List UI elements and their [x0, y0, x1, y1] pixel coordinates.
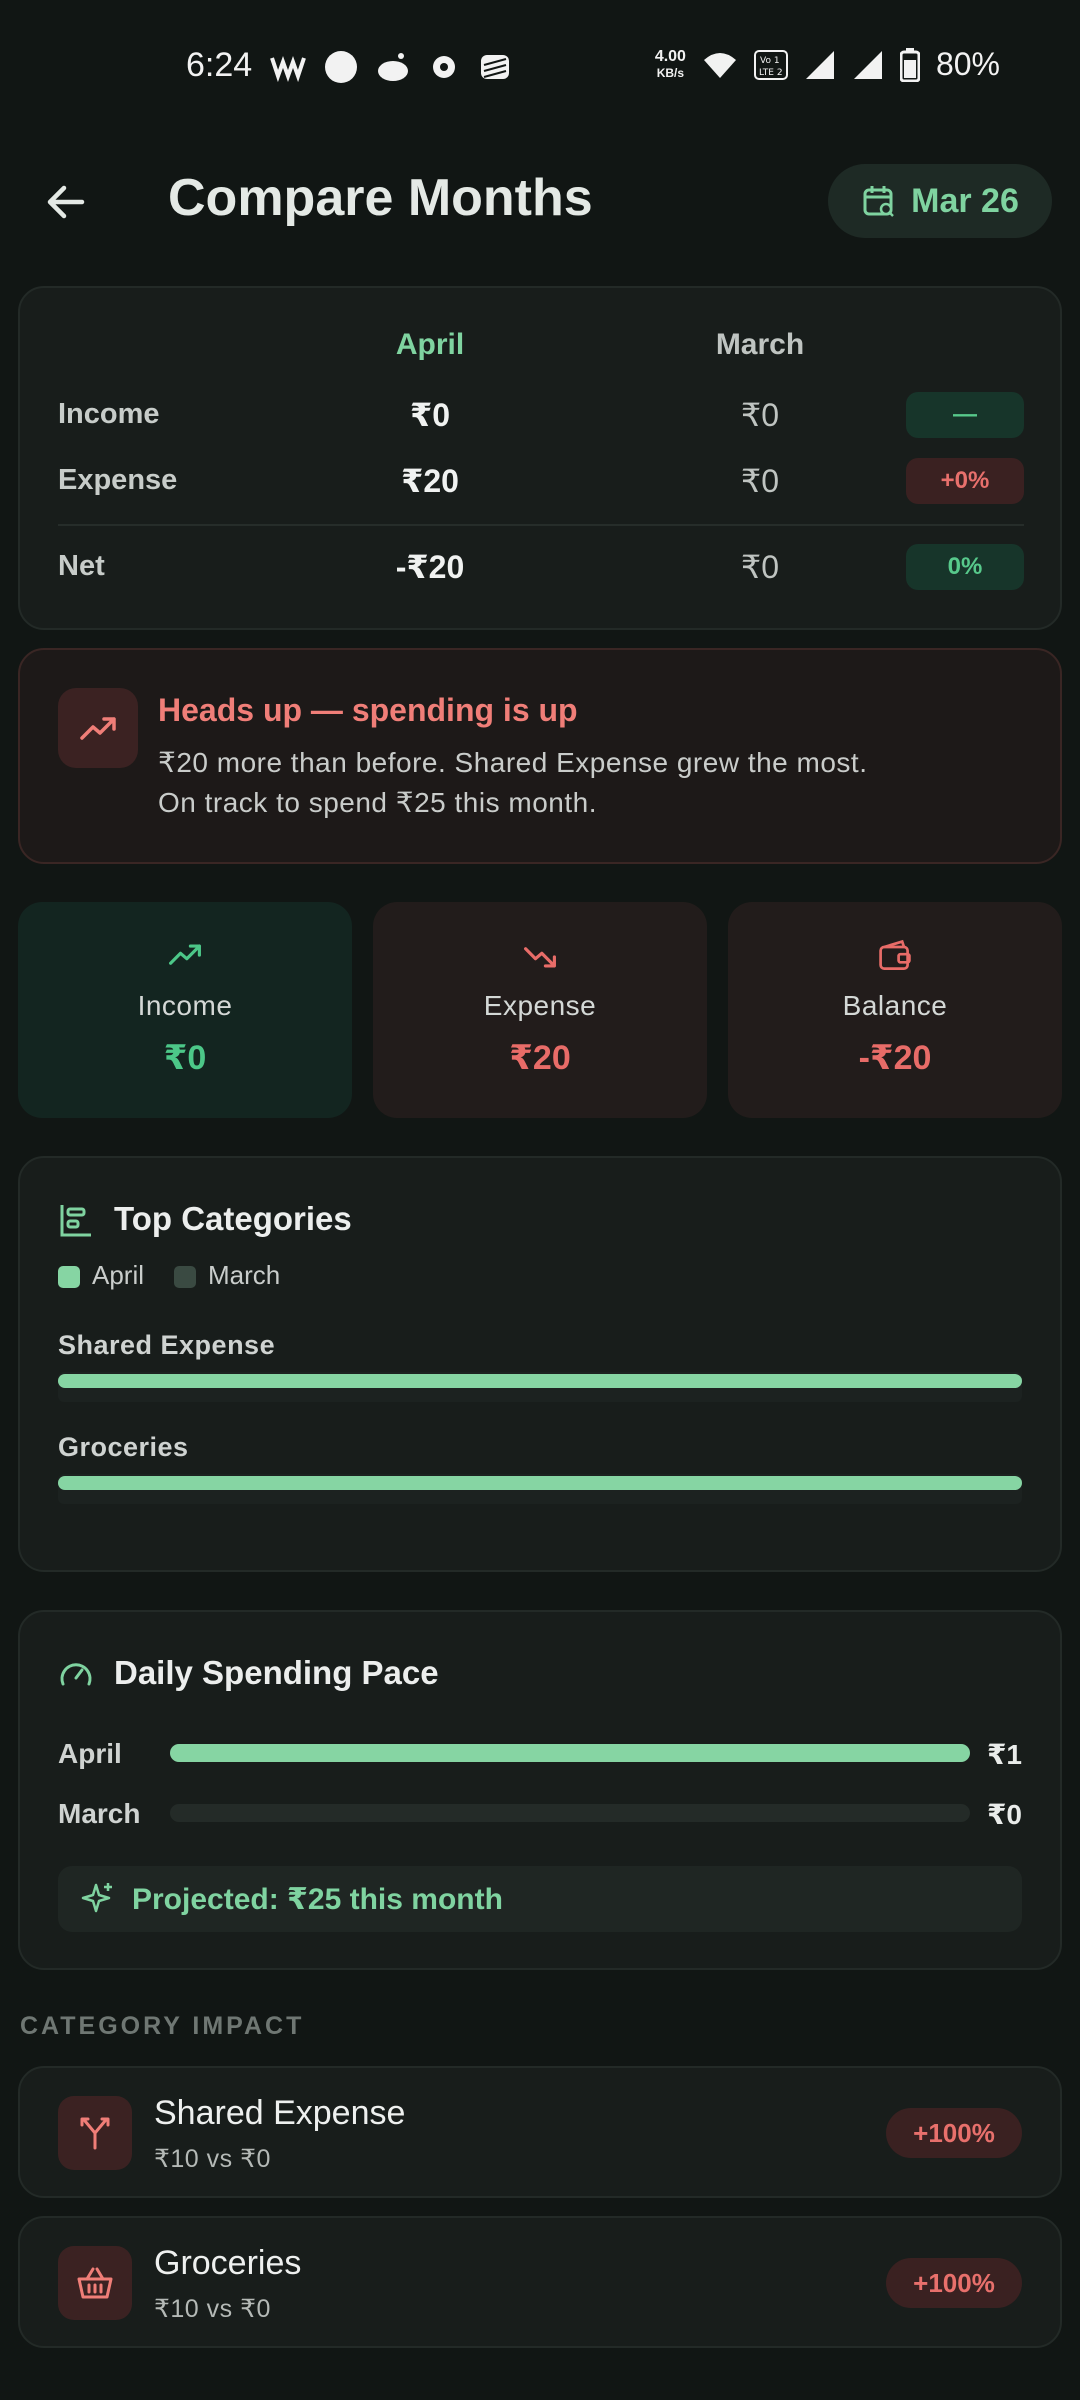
expense-change-badge: +0% [906, 458, 1024, 504]
income-tile-label: Income [137, 990, 233, 1021]
income-change-badge: — [906, 392, 1024, 438]
legend-april: April [92, 1260, 145, 1290]
category-bar-april [58, 1476, 1022, 1490]
projection-text: Projected: ₹25 this month [132, 1882, 503, 1916]
legend-march: March [208, 1260, 281, 1290]
net-current: -₹20 [395, 549, 465, 585]
income-current: ₹0 [409, 397, 451, 433]
status-bar: 6:24 4.00 KB/s Vo 1 LTE 2 80% [0, 0, 1080, 130]
pace-bar-april [170, 1744, 970, 1762]
wallet-icon [879, 939, 911, 970]
income-tile-value: ₹0 [163, 1039, 207, 1077]
alert-icon-box [58, 688, 138, 768]
webtoon-icon [270, 56, 306, 82]
page-title: Compare Months [168, 169, 593, 227]
impact-comparison: ₹10 vs ₹0 [154, 2295, 271, 2323]
projection-banner: Projected: ₹25 this month [58, 1866, 1022, 1932]
category-label: Shared Expense [58, 1330, 276, 1360]
balance-tile-value: -₹20 [858, 1039, 932, 1077]
column-previous: March [715, 328, 805, 361]
category-label: Groceries [58, 1432, 189, 1462]
category-bar-april [58, 1374, 1022, 1388]
column-current: April [395, 328, 465, 361]
volte-icon: Vo 1 LTE 2 [753, 49, 788, 80]
pace-value-april: ₹1 [986, 1739, 1022, 1770]
basket-icon [77, 2267, 113, 2299]
impact-change-badge: +100% [886, 2258, 1022, 2308]
pace-label-march: March [58, 1798, 141, 1829]
svg-text:LTE 2: LTE 2 [759, 68, 783, 78]
arrow-left-icon [47, 185, 85, 219]
daily-pace-title: Daily Spending Pace [114, 1654, 439, 1691]
compare-table: April March Income ₹0 ₹0 — Expense ₹20 ₹… [18, 286, 1062, 630]
net-speed: 4.00 [654, 47, 686, 65]
trending-down-icon [524, 947, 556, 968]
balance-tile-label: Balance [842, 990, 948, 1021]
gauge-icon [60, 1663, 92, 1686]
alert-title: Heads up — spending is up [158, 692, 578, 728]
calendar-search-icon [863, 186, 895, 217]
battery-icon [899, 47, 920, 82]
net-unit: KB/s [656, 65, 685, 80]
alert-text-line2: On track to spend ₹25 this month. [158, 787, 597, 818]
row-label-expense: Expense [58, 464, 178, 496]
divider [58, 524, 1024, 526]
balance-tile[interactable]: Balance -₹20 [728, 902, 1062, 1118]
net-change-badge: 0% [906, 544, 1024, 590]
impact-change-badge: +100% [886, 2108, 1022, 2158]
row-label-income: Income [58, 398, 160, 430]
split-arrows-icon [80, 2117, 110, 2150]
impact-comparison: ₹10 vs ₹0 [154, 2145, 271, 2173]
date-chip-label: Mar 26 [911, 181, 1019, 220]
expense-tile-value: ₹20 [509, 1039, 571, 1077]
impact-name: Groceries [154, 2244, 302, 2282]
legend-swatch-march [174, 1266, 197, 1289]
category-impact-caption: CATEGORY IMPACT [20, 2012, 305, 2040]
pace-value-march: ₹0 [986, 1799, 1022, 1830]
pace-track [170, 1804, 970, 1822]
reddit-icon [378, 53, 408, 81]
battery-percent: 80% [935, 46, 1000, 82]
expense-previous: ₹0 [740, 463, 780, 499]
date-picker-chip[interactable]: Mar 26 [828, 164, 1052, 238]
svg-text:Vo 1: Vo 1 [760, 56, 780, 66]
impact-item[interactable]: Groceries ₹10 vs ₹0 +100% [18, 2216, 1062, 2348]
signal-icon [805, 50, 834, 79]
top-categories-legend: April March [58, 1260, 280, 1291]
sparkles-icon [81, 1883, 112, 1913]
alert-text-line1: ₹20 more than before. Shared Expense gre… [158, 747, 868, 778]
expense-current: ₹20 [401, 463, 459, 499]
bar-chart-icon [60, 1205, 91, 1237]
stack-icon [481, 55, 509, 79]
pace-label-april: April [58, 1738, 122, 1769]
net-previous: ₹0 [740, 549, 780, 585]
expense-tile[interactable]: Expense ₹20 [373, 902, 707, 1118]
top-categories-title: Top Categories [114, 1200, 352, 1237]
spending-alert-card: Heads up — spending is up ₹20 more than … [18, 648, 1062, 864]
signal-icon [853, 50, 882, 79]
expense-tile-label: Expense [483, 990, 597, 1021]
impact-name: Shared Expense [154, 2094, 406, 2132]
status-time: 6:24 [186, 46, 253, 84]
trending-up-icon [80, 717, 116, 740]
row-label-net: Net [58, 550, 105, 582]
back-button[interactable] [40, 176, 92, 228]
impact-item[interactable]: Shared Expense ₹10 vs ₹0 +100% [18, 2066, 1062, 2198]
circle-icon [325, 51, 357, 83]
trending-up-icon [169, 944, 201, 965]
settings-gear-icon [433, 56, 455, 78]
income-previous: ₹0 [740, 397, 780, 433]
legend-swatch-april [58, 1266, 80, 1289]
income-tile[interactable]: Income ₹0 [18, 902, 352, 1118]
wifi-icon [703, 52, 736, 78]
